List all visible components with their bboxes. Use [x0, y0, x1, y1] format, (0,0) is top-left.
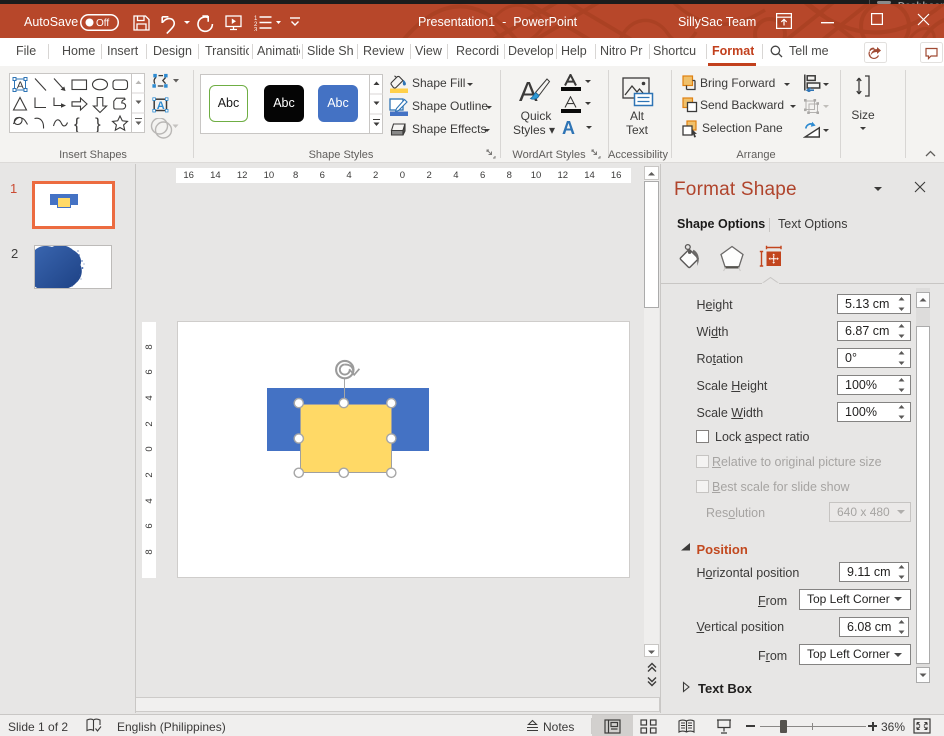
svg-text:3: 3 — [254, 28, 258, 32]
svg-text:A: A — [17, 80, 24, 92]
svg-text:A: A — [519, 76, 538, 107]
svg-text:A: A — [562, 118, 575, 137]
svg-text:A: A — [157, 100, 165, 112]
svg-text:}: } — [95, 115, 101, 133]
svg-text:Off: Off — [96, 18, 109, 29]
svg-text:{: { — [74, 115, 80, 133]
